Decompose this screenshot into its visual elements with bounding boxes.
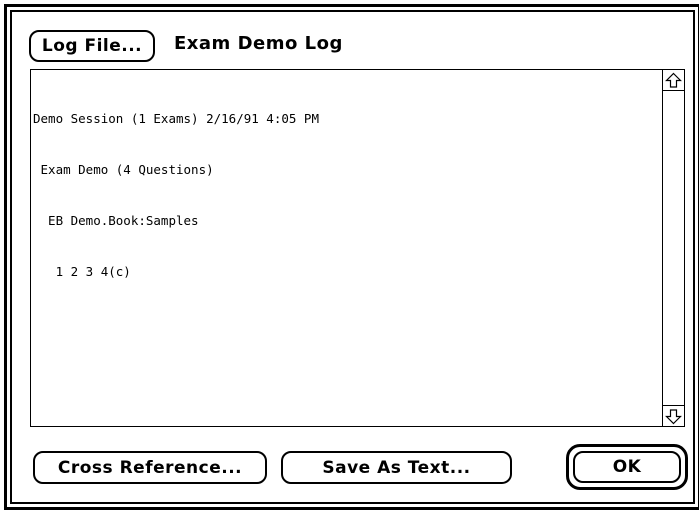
arrow-down-icon — [665, 408, 682, 424]
log-line: Demo Session (1 Exams) 2/16/91 4:05 PM — [33, 111, 319, 126]
log-text-area[interactable]: Demo Session (1 Exams) 2/16/91 4:05 PM E… — [30, 69, 685, 427]
cross-reference-button[interactable]: Cross Reference... — [33, 451, 267, 484]
ok-button-label: OK — [573, 451, 681, 483]
ok-button[interactable]: OK — [566, 444, 688, 490]
dialog-title: Exam Demo Log — [174, 33, 343, 54]
vertical-scrollbar[interactable] — [662, 70, 684, 426]
log-line: EB Demo.Book:Samples — [33, 213, 199, 228]
save-as-text-button[interactable]: Save As Text... — [281, 451, 512, 484]
scroll-up-button[interactable] — [663, 70, 684, 91]
log-line: 1 2 3 4(c) — [33, 264, 131, 279]
log-text: Demo Session (1 Exams) 2/16/91 4:05 PM E… — [33, 76, 319, 314]
scroll-down-button[interactable] — [663, 405, 684, 426]
log-file-button[interactable]: Log File... — [29, 30, 155, 62]
arrow-up-icon — [665, 72, 682, 88]
log-line: Exam Demo (4 Questions) — [33, 162, 214, 177]
dialog-window: Log File... Exam Demo Log Demo Session (… — [0, 0, 699, 510]
